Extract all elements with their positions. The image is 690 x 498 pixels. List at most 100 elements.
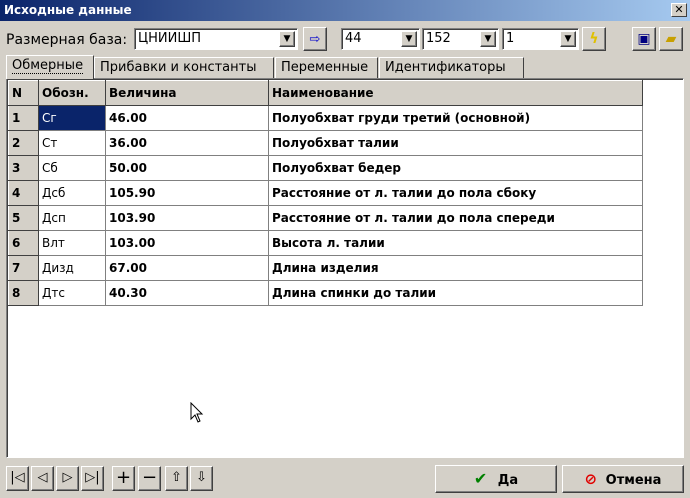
row-value[interactable]: 103.00 (105, 230, 269, 256)
chevron-down-icon[interactable]: ▼ (279, 31, 295, 47)
tab-variables[interactable]: Переменные (275, 57, 378, 78)
row-value[interactable]: 50.00 (105, 155, 269, 181)
table-row[interactable]: 8 Дтс 40.30 Длина спинки до талии (8, 280, 643, 306)
row-name[interactable]: Расстояние от л. талии до пола сбоку (268, 180, 643, 206)
open-button[interactable]: ▰ (659, 27, 683, 51)
row-name[interactable]: Полуобхват бедер (268, 155, 643, 181)
table-row[interactable]: 4 Дсб 105.90 Расстояние от л. талии до п… (8, 180, 643, 206)
add-record-button[interactable]: + (112, 466, 135, 491)
row-code[interactable]: Сб (38, 155, 106, 181)
base-combo[interactable]: ЦНИИШП ▼ (134, 28, 298, 50)
row-code[interactable]: Сг (38, 105, 106, 131)
row-value[interactable]: 105.90 (105, 180, 269, 206)
row-value[interactable]: 36.00 (105, 130, 269, 156)
last-record-button[interactable]: ▷| (81, 466, 104, 491)
tab-variables-label: Переменные (281, 60, 369, 75)
header-code[interactable]: Обозн. (38, 80, 106, 106)
tab-measurements[interactable]: Обмерные (6, 55, 94, 79)
row-name[interactable]: Полуобхват талии (268, 130, 643, 156)
size3-value: 1 (506, 31, 515, 46)
row-number: 6 (8, 230, 39, 256)
row-name[interactable]: Длина спинки до талии (268, 280, 643, 306)
tab-identifiers[interactable]: Идентификаторы (379, 57, 524, 78)
measurements-table: N Обозн. Величина Наименование 1 Сг 46.0… (8, 80, 643, 306)
save-button[interactable]: ▣ (632, 27, 656, 51)
table-row[interactable]: 5 Дсп 103.90 Расстояние от л. талии до п… (8, 205, 643, 231)
row-value[interactable]: 67.00 (105, 255, 269, 281)
header-n[interactable]: N (8, 80, 39, 106)
table-row[interactable]: 7 Дизд 67.00 Длина изделия (8, 255, 643, 281)
calculate-button[interactable]: ϟ (582, 27, 606, 51)
row-code[interactable]: Дсб (38, 180, 106, 206)
delete-record-button[interactable]: − (138, 466, 161, 491)
chevron-down-icon[interactable]: ▼ (480, 31, 496, 47)
window-titlebar: Исходные данные ✕ (0, 0, 690, 21)
table-row[interactable]: 2 Ст 36.00 Полуобхват талии (8, 130, 643, 156)
row-name[interactable]: Полуобхват груди третий (основной) (268, 105, 643, 131)
apply-base-button[interactable]: ⇨ (303, 27, 327, 51)
chevron-down-icon[interactable]: ▼ (401, 31, 417, 47)
minus-icon: − (141, 467, 158, 488)
row-name[interactable]: Расстояние от л. талии до пола спереди (268, 205, 643, 231)
plus-icon: + (115, 467, 132, 488)
table-row[interactable]: 1 Сг 46.00 Полуобхват груди третий (осно… (8, 105, 643, 131)
size2-combo[interactable]: 152 ▼ (422, 28, 499, 50)
chevron-down-icon[interactable]: ▼ (560, 31, 576, 47)
tab-measurements-label: Обмерные (12, 58, 84, 74)
row-value[interactable]: 46.00 (105, 105, 269, 131)
row-number: 5 (8, 205, 39, 231)
checkmark-icon: ✔ (473, 469, 488, 488)
cancel-label: Отмена (605, 473, 662, 488)
row-code[interactable]: Ст (38, 130, 106, 156)
size2-value: 152 (426, 31, 451, 46)
row-number: 8 (8, 280, 39, 306)
row-name[interactable]: Длина изделия (268, 255, 643, 281)
table-row[interactable]: 6 Влт 103.00 Высота л. талии (8, 230, 643, 256)
ok-button[interactable]: ✔ Да (435, 465, 557, 493)
row-code[interactable]: Дсп (38, 205, 106, 231)
row-number: 1 (8, 105, 39, 131)
ok-label: Да (497, 473, 519, 488)
row-number: 2 (8, 130, 39, 156)
first-icon: |◁ (10, 470, 25, 485)
table-header-row: N Обозн. Величина Наименование (8, 80, 643, 106)
row-code[interactable]: Дтс (38, 280, 106, 306)
size3-combo[interactable]: 1 ▼ (502, 28, 579, 50)
folder-open-icon: ▰ (665, 31, 677, 47)
move-up-button[interactable]: ⇧ (165, 466, 188, 491)
close-button[interactable]: ✕ (671, 3, 687, 17)
move-down-button[interactable]: ⇩ (190, 466, 213, 491)
prev-record-button[interactable]: ◁ (31, 466, 54, 491)
floppy-disk-icon: ▣ (637, 31, 651, 47)
arrow-down-icon: ⇩ (196, 470, 207, 485)
base-label: Размерная база: (6, 32, 128, 48)
size1-value: 44 (345, 31, 362, 46)
tab-allowances[interactable]: Прибавки и константы (94, 57, 274, 78)
lightning-icon: ϟ (589, 31, 599, 47)
header-name[interactable]: Наименование (268, 80, 643, 106)
row-value[interactable]: 40.30 (105, 280, 269, 306)
tab-identifiers-label: Идентификаторы (385, 60, 506, 75)
size1-combo[interactable]: 44 ▼ (341, 28, 420, 50)
header-value[interactable]: Величина (105, 80, 269, 106)
arrow-right-icon: ⇨ (309, 32, 321, 47)
row-number: 7 (8, 255, 39, 281)
last-icon: ▷| (85, 470, 100, 485)
prev-icon: ◁ (37, 470, 48, 485)
row-number: 4 (8, 180, 39, 206)
mouse-pointer-icon (190, 402, 204, 423)
cancel-button[interactable]: ⊘ Отмена (562, 465, 684, 493)
row-name[interactable]: Высота л. талии (268, 230, 643, 256)
row-code[interactable]: Влт (38, 230, 106, 256)
arrow-up-icon: ⇧ (171, 470, 182, 485)
next-record-button[interactable]: ▷ (56, 466, 79, 491)
base-value: ЦНИИШП (138, 31, 201, 46)
window-title: Исходные данные (4, 3, 132, 17)
first-record-button[interactable]: |◁ (6, 466, 29, 491)
next-icon: ▷ (62, 470, 73, 485)
row-number: 3 (8, 155, 39, 181)
table-row[interactable]: 3 Сб 50.00 Полуобхват бедер (8, 155, 643, 181)
row-value[interactable]: 103.90 (105, 205, 269, 231)
row-code[interactable]: Дизд (38, 255, 106, 281)
measurements-grid[interactable]: N Обозн. Величина Наименование 1 Сг 46.0… (6, 78, 684, 458)
